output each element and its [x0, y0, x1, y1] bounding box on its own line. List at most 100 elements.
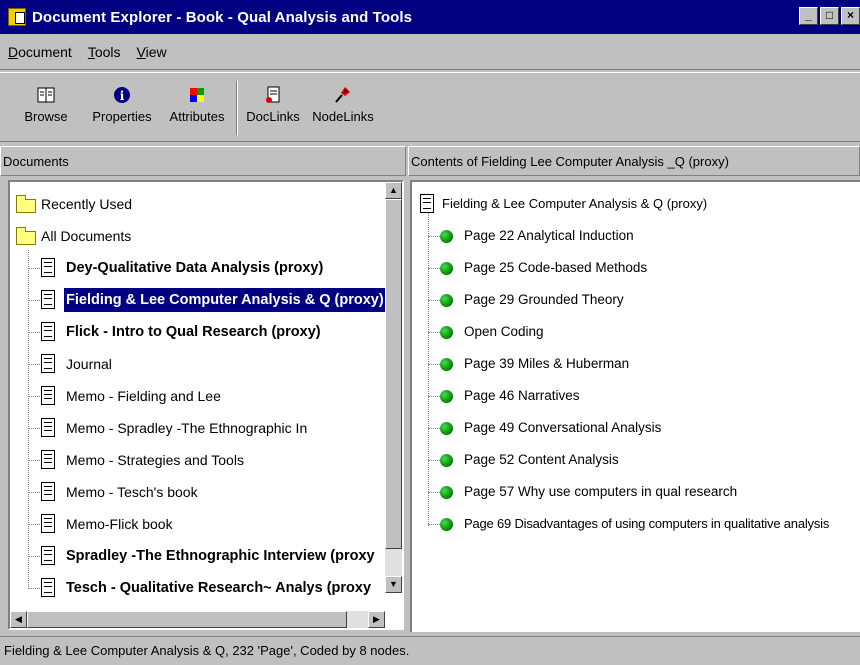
- tree-connector: [428, 396, 440, 397]
- doclinks-button[interactable]: DocLinks: [244, 83, 302, 137]
- contents-node[interactable]: Page 39 Miles & Huberman: [412, 348, 858, 380]
- tree-item-memo[interactable]: Memo - Tesch's book: [10, 476, 385, 508]
- tree-item-label: Recently Used: [41, 196, 133, 212]
- tree-connector: [28, 268, 40, 269]
- tree-item-label: All Documents: [41, 228, 132, 244]
- scroll-left-button[interactable]: ◀: [10, 611, 27, 628]
- properties-label: Properties: [92, 109, 152, 124]
- document-icon: [41, 290, 55, 309]
- documents-horizontal-scrollbar[interactable]: ◀ ▶: [10, 611, 385, 628]
- nodelink-pin-icon: [333, 85, 353, 105]
- tree-item-recently-used[interactable]: Recently Used: [10, 188, 385, 220]
- minimize-button[interactable]: _: [799, 7, 818, 25]
- tree-item-document-selected[interactable]: Fielding & Lee Computer Analysis & Q (pr…: [10, 284, 386, 316]
- browse-button[interactable]: Browse: [22, 83, 70, 137]
- menu-tools[interactable]: Tools: [88, 44, 121, 60]
- window-title: Document Explorer - Book - Qual Analysis…: [32, 8, 413, 26]
- tree-item-memo[interactable]: Memo-Flick book: [10, 508, 385, 540]
- node-icon: [440, 326, 453, 339]
- tree-item-memo[interactable]: Memo - Fielding and Lee: [10, 380, 385, 412]
- tree-connector: [428, 428, 440, 429]
- tree-connector: [428, 492, 440, 493]
- tree-connector: [28, 396, 40, 397]
- contents-tree[interactable]: Fielding & Lee Computer Analysis & Q (pr…: [410, 180, 860, 632]
- scroll-right-button[interactable]: ▶: [368, 611, 385, 628]
- tree-item-document[interactable]: Spradley -The Ethnographic Interview (pr…: [10, 540, 385, 572]
- memo-icon: [41, 386, 55, 405]
- documents-tree[interactable]: Recently Used All Documents Dey-Qualitat…: [8, 180, 404, 630]
- contents-node[interactable]: Page 25 Code-based Methods: [412, 252, 858, 284]
- scroll-thumb[interactable]: [385, 199, 402, 549]
- status-bar: Fielding & Lee Computer Analysis & Q, 23…: [0, 636, 860, 664]
- contents-node[interactable]: Page 57 Why use computers in qual resear…: [412, 476, 858, 508]
- node-label: Page 57 Why use computers in qual resear…: [464, 484, 738, 499]
- node-label: Page 46 Narratives: [464, 388, 580, 403]
- tree-item-label: Memo - Tesch's book: [66, 484, 198, 500]
- tree-item-all-documents[interactable]: All Documents: [10, 220, 385, 252]
- node-label: Page 25 Code-based Methods: [464, 260, 648, 275]
- tree-item-label: Memo - Strategies and Tools: [66, 452, 244, 468]
- close-button[interactable]: ×: [841, 7, 860, 25]
- tree-item-label: Memo-Flick book: [66, 516, 173, 532]
- horizontal-scroll-thumb[interactable]: [27, 611, 347, 628]
- tree-connector: [428, 236, 440, 237]
- memo-icon: [41, 450, 55, 469]
- nodelinks-label: NodeLinks: [312, 109, 374, 124]
- node-label: Page 22 Analytical Induction: [464, 228, 634, 243]
- tree-item-document[interactable]: Flick - Intro to Qual Research (proxy): [10, 316, 385, 348]
- tree-connector: [28, 492, 40, 493]
- node-label: Page 29 Grounded Theory: [464, 292, 624, 307]
- window-controls: _ □ ×: [797, 7, 860, 25]
- menu-view[interactable]: View: [137, 44, 167, 60]
- node-icon: [440, 422, 453, 435]
- scroll-down-button[interactable]: ▼: [385, 576, 402, 593]
- tree-item-document[interactable]: Dey-Qualitative Data Analysis (proxy): [10, 252, 385, 284]
- document-icon: [41, 322, 55, 341]
- contents-node[interactable]: Page 69 Disadvantages of using computers…: [412, 508, 858, 540]
- contents-node[interactable]: Page 49 Conversational Analysis: [412, 412, 858, 444]
- documents-pane-header: Documents: [0, 146, 406, 176]
- contents-node[interactable]: Page 29 Grounded Theory: [412, 284, 858, 316]
- tree-connector: [28, 364, 40, 365]
- contents-pane-header: Contents of Fielding Lee Computer Analys…: [408, 146, 860, 176]
- tree-connector: [28, 460, 40, 461]
- node-icon: [440, 454, 453, 467]
- document-icon: [41, 546, 55, 565]
- tree-item-document[interactable]: Journal: [10, 348, 385, 380]
- doclinks-label: DocLinks: [246, 109, 300, 124]
- contents-root-document[interactable]: Fielding & Lee Computer Analysis & Q (pr…: [412, 188, 858, 220]
- browse-label: Browse: [24, 109, 68, 124]
- node-label: Page 49 Conversational Analysis: [464, 420, 662, 435]
- contents-node[interactable]: Page 22 Analytical Induction: [412, 220, 858, 252]
- toolbar-separator: [236, 81, 238, 135]
- tree-connector: [28, 300, 40, 301]
- folder-icon: [16, 195, 36, 213]
- tree-connector: [28, 332, 40, 333]
- tree-connector: [28, 428, 40, 429]
- tree-connector: [428, 268, 440, 269]
- tree-item-memo[interactable]: Memo - Spradley -The Ethnographic In: [10, 412, 385, 444]
- scroll-up-button[interactable]: ▲: [385, 182, 402, 199]
- document-explorer-app-icon[interactable]: [8, 8, 26, 26]
- maximize-button[interactable]: □: [820, 7, 839, 25]
- properties-button[interactable]: i Properties: [86, 83, 158, 137]
- contents-node[interactable]: Open Coding: [412, 316, 858, 348]
- tree-item-label: Journal: [66, 356, 112, 372]
- attributes-button[interactable]: Attributes: [164, 83, 230, 137]
- node-icon: [440, 230, 453, 243]
- toolbar: Browse i Properties Attributes DocLinks …: [0, 72, 860, 142]
- contents-node[interactable]: Page 46 Narratives: [412, 380, 858, 412]
- tree-item-label: Tesch - Qualitative Research~ Analys (pr…: [66, 580, 372, 596]
- tree-item-label: Dey-Qualitative Data Analysis (proxy): [66, 260, 324, 276]
- contents-node[interactable]: Page 52 Content Analysis: [412, 444, 858, 476]
- document-icon: [41, 354, 55, 373]
- tree-item-label: Memo - Fielding and Lee: [66, 388, 221, 404]
- menu-document[interactable]: Document: [8, 44, 72, 60]
- contents-root-label: Fielding & Lee Computer Analysis & Q (pr…: [442, 196, 708, 211]
- tree-item-memo[interactable]: Memo - Strategies and Tools: [10, 444, 385, 476]
- tree-item-document[interactable]: Tesch - Qualitative Research~ Analys (pr…: [10, 572, 385, 604]
- nodelinks-button[interactable]: NodeLinks: [308, 83, 378, 137]
- tree-connector: [28, 524, 40, 525]
- info-icon: i: [112, 85, 132, 105]
- documents-vertical-scrollbar[interactable]: ▲ ▼: [385, 182, 402, 593]
